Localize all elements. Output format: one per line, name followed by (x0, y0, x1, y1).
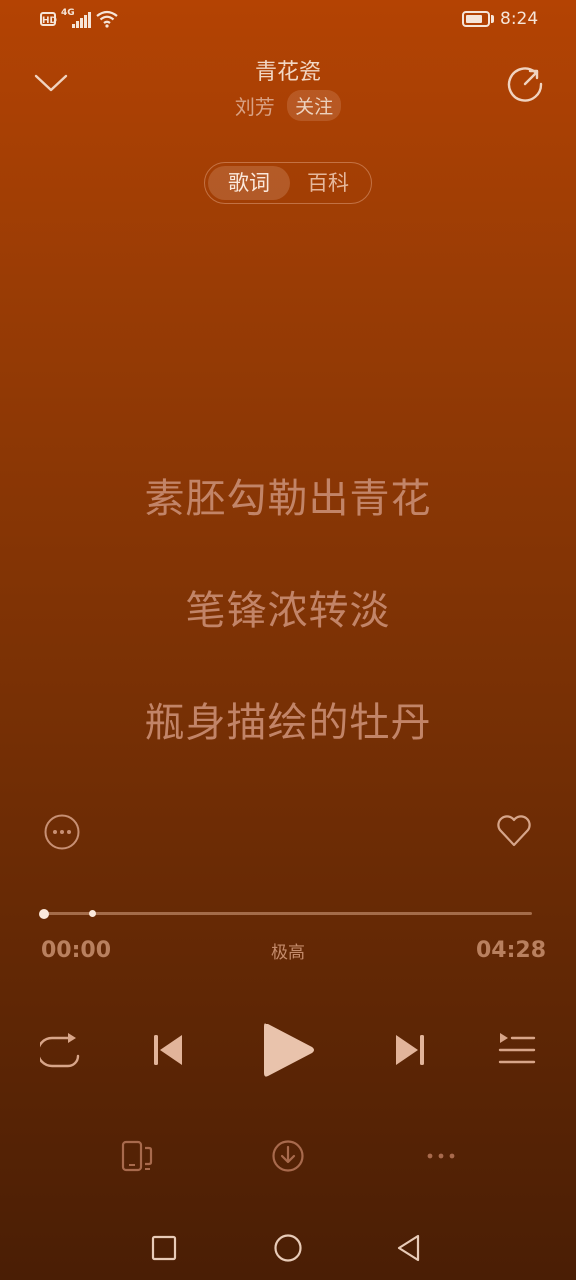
song-title: 青花瓷 (254, 60, 321, 85)
battery-cap (491, 15, 494, 23)
total-time: 04:28 (476, 938, 547, 963)
more-circle-icon[interactable] (44, 814, 80, 850)
progress-thumb[interactable] (39, 909, 49, 919)
artist-name[interactable]: 刘芳 (235, 95, 275, 119)
status-bar: HD 4G 8:24 (0, 0, 576, 40)
system-nav-bar (0, 1210, 576, 1280)
recent-apps-icon[interactable] (151, 1235, 177, 1261)
play-icon[interactable] (258, 1018, 320, 1082)
more-horizontal-icon[interactable] (426, 1146, 456, 1166)
signal-icon (72, 12, 92, 28)
device-icon[interactable] (120, 1140, 154, 1174)
back-icon[interactable] (395, 1233, 423, 1263)
heart-icon[interactable] (495, 812, 533, 850)
tab-lyrics[interactable]: 歌词 (208, 166, 290, 200)
playlist-icon[interactable] (498, 1030, 536, 1068)
tab-wiki[interactable]: 百科 (287, 166, 369, 200)
battery-icon (462, 11, 490, 27)
lyric-line[interactable]: 笔锋浓转淡 (0, 578, 576, 636)
wifi-icon (96, 10, 118, 28)
progress-track[interactable] (44, 912, 532, 915)
skip-next-icon[interactable] (392, 1032, 428, 1068)
follow-button[interactable]: 关注 (287, 90, 342, 121)
lyric-line[interactable]: 瓶身描绘的牡丹 (0, 690, 576, 748)
buffer-marker (89, 910, 96, 917)
download-icon[interactable] (271, 1139, 305, 1173)
hd-icon: HD (40, 12, 57, 26)
share-icon[interactable] (505, 64, 545, 104)
artist-row: 刘芳 关注 (0, 90, 576, 121)
status-time: 8:24 (500, 9, 539, 29)
repeat-icon[interactable] (40, 1030, 82, 1070)
lyrics-wiki-tabs: 歌词 百科 (204, 162, 372, 204)
lyric-line[interactable]: 素胚勾勒出青花 (0, 466, 576, 524)
home-icon[interactable] (273, 1233, 303, 1263)
skip-previous-icon[interactable] (150, 1032, 186, 1068)
